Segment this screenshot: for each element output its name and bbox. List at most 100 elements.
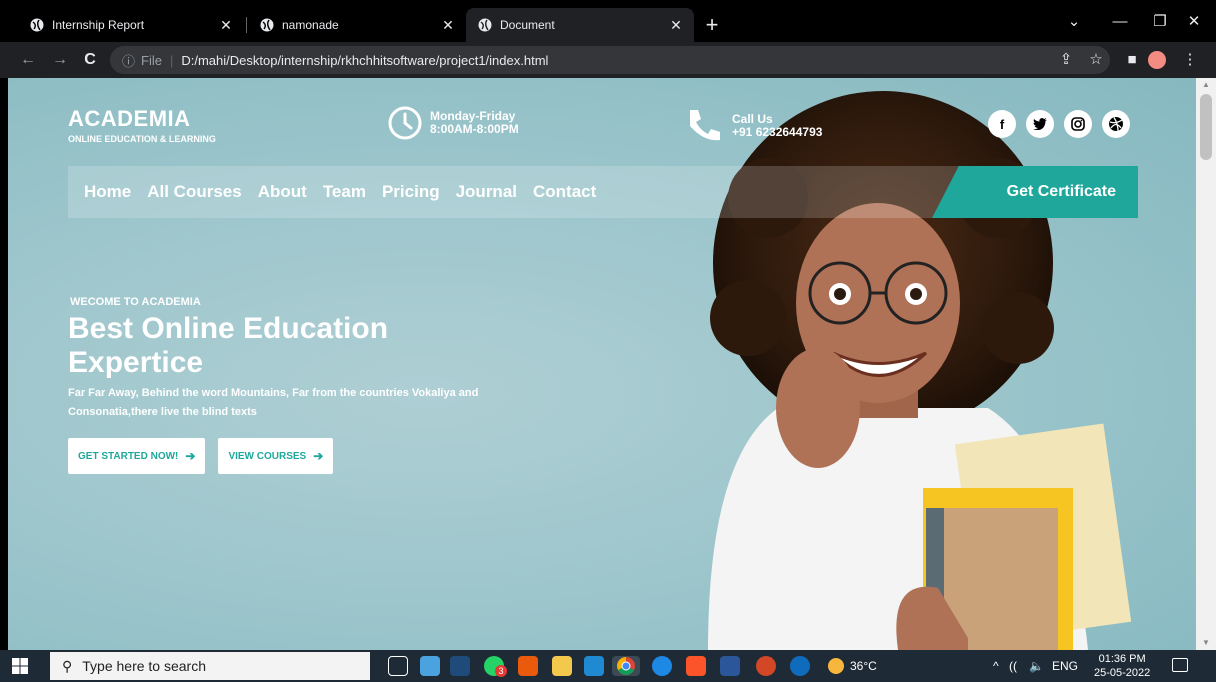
brave-icon[interactable] [686,656,706,676]
globe-icon [30,18,44,32]
vscode-icon[interactable] [584,656,604,676]
menu-kebab-icon[interactable]: ⋮ [1178,48,1202,72]
sun-icon [828,658,844,674]
whatsapp-icon[interactable]: 3 [484,656,507,677]
nav-contact[interactable]: Contact [533,182,596,202]
dribbble-icon[interactable] [1102,110,1130,138]
task-view-icon[interactable] [388,656,408,676]
site-brand[interactable]: ACADEMIA ONLINE EDUCATION & LEARNING [68,106,216,144]
nav-links: Home All Courses About Team Pricing Jour… [84,166,596,218]
reload-icon[interactable]: C [78,48,102,72]
url-divider: | [169,52,174,68]
close-window-button[interactable]: ✕ [1172,8,1216,36]
browser-tab-strip: Internship Report ✕ namonade ✕ Document … [0,0,1216,42]
nav-home[interactable]: Home [84,182,131,202]
address-bar[interactable]: ⓘ File | D:/mahi/Desktop/internship/rkhc… [110,46,1110,74]
office-icon[interactable] [518,656,538,676]
tab-document[interactable]: Document ✕ [466,8,694,42]
tab-search-icon[interactable]: ⌄ [1052,8,1096,36]
share-icon[interactable]: ⇪ [1054,48,1078,72]
weather-widget[interactable]: 36°C [828,650,877,682]
taskbar-search-box[interactable]: ⚲ Type here to search [50,652,370,680]
social-links: f [988,110,1130,138]
windows-start-icon[interactable] [12,658,28,674]
dev-app-icon[interactable] [450,656,470,676]
tab-close-icon[interactable]: ✕ [440,17,456,33]
nav-journal[interactable]: Journal [456,182,517,202]
help-icon[interactable] [790,656,810,676]
taskbar-clock[interactable]: 01:36 PM 25-05-2022 [1094,652,1150,680]
view-courses-button[interactable]: VIEW COURSES ➔ [218,438,334,474]
whatsapp-badge: 3 [495,665,507,677]
brand-name: ACADEMIA [68,106,191,131]
get-certificate-button[interactable]: Get Certificate [932,166,1138,218]
volume-icon[interactable]: 🔈 [1029,650,1044,682]
new-tab-button[interactable]: + [700,13,724,37]
call-number[interactable]: +91 6232644793 [732,126,822,139]
arrow-right-icon: ➔ [185,449,196,463]
file-explorer-icon[interactable] [552,656,572,676]
scroll-up-arrow-icon[interactable]: ▲ [1200,80,1212,90]
view-courses-label: VIEW COURSES [228,450,307,462]
call-us: Call Us +91 6232644793 [684,106,822,146]
profile-avatar[interactable] [1148,51,1166,69]
nav-team[interactable]: Team [323,182,366,202]
nav-pricing[interactable]: Pricing [382,182,440,202]
mail-app-icon[interactable] [420,656,440,676]
nav-about[interactable]: About [258,182,307,202]
get-started-button[interactable]: GET STARTED NOW! ➔ [68,438,206,474]
notification-icon[interactable] [1172,658,1188,672]
arrow-right-icon: ➔ [313,449,324,463]
clock-icon [388,106,422,140]
back-arrow-icon[interactable]: ← [16,48,40,72]
hero-title: Best Online Education Expertice [68,312,389,379]
tab-internship-report[interactable]: Internship Report ✕ [18,8,244,42]
network-icon[interactable]: (( [1009,650,1017,682]
chrome-icon[interactable] [612,656,640,676]
search-icon: ⚲ [62,657,73,674]
scroll-down-arrow-icon[interactable]: ▼ [1200,638,1212,648]
language-indicator[interactable]: ENG [1052,650,1078,682]
word-icon[interactable] [720,656,740,676]
minimize-button[interactable]: — [1098,8,1142,36]
twitter-icon[interactable] [1026,110,1054,138]
get-started-label: GET STARTED NOW! [78,450,179,462]
hours-time: 8:00AM-8:00PM [430,122,519,136]
hero-description: Far Far Away, Behind the word Mountains,… [68,387,479,418]
scroll-thumb[interactable] [1200,94,1212,160]
edge-icon[interactable] [652,656,672,676]
side-panel-icon[interactable]: ■ [1120,48,1144,72]
hero-kicker: WECOME TO ACADEMIA [70,296,201,308]
clock-date: 25-05-2022 [1094,667,1151,679]
tab-namonade[interactable]: namonade ✕ [248,8,466,42]
tab-close-icon[interactable]: ✕ [218,17,234,33]
weather-temp: 36°C [850,659,877,673]
tab-close-icon[interactable]: ✕ [668,17,684,33]
page-scrollbar[interactable]: ▲ ▼ [1196,78,1216,650]
phone-icon [690,110,720,141]
taskbar-search-placeholder: Type here to search [82,658,207,674]
url-text[interactable]: D:/mahi/Desktop/internship/rkhchhitsoftw… [181,53,548,68]
bookmark-star-icon[interactable]: ☆ [1084,48,1108,72]
hero-section: WECOME TO ACADEMIA Best Online Education… [68,296,518,422]
globe-icon [478,18,492,32]
windows-taskbar: ⚲ Type here to search 3 36°C ^ (( 🔈 ENG … [0,650,1216,682]
info-icon[interactable]: ⓘ [122,51,135,70]
tab-title: Internship Report [52,18,145,32]
tab-title: Document [500,18,555,32]
clock-time: 01:36 PM [1098,653,1146,665]
opening-hours: Monday-Friday 8:00AM-8:00PM [388,106,519,140]
instagram-icon[interactable] [1064,110,1092,138]
hero-student-image [708,91,1132,650]
nav-all-courses[interactable]: All Courses [147,182,241,202]
brand-tagline: ONLINE EDUCATION & LEARNING [68,134,216,144]
forward-arrow-icon[interactable]: → [48,48,72,72]
powerpoint-icon[interactable] [756,656,776,676]
tray-chevron-icon[interactable]: ^ [993,650,999,682]
globe-icon [260,18,274,32]
url-scheme: File [141,52,162,68]
main-navbar: Home All Courses About Team Pricing Jour… [68,166,1138,218]
facebook-icon[interactable]: f [988,110,1016,138]
hero-buttons: GET STARTED NOW! ➔ VIEW COURSES ➔ [68,438,334,474]
browser-toolbar: ← → C ⓘ File | D:/mahi/Desktop/internshi… [0,42,1216,78]
